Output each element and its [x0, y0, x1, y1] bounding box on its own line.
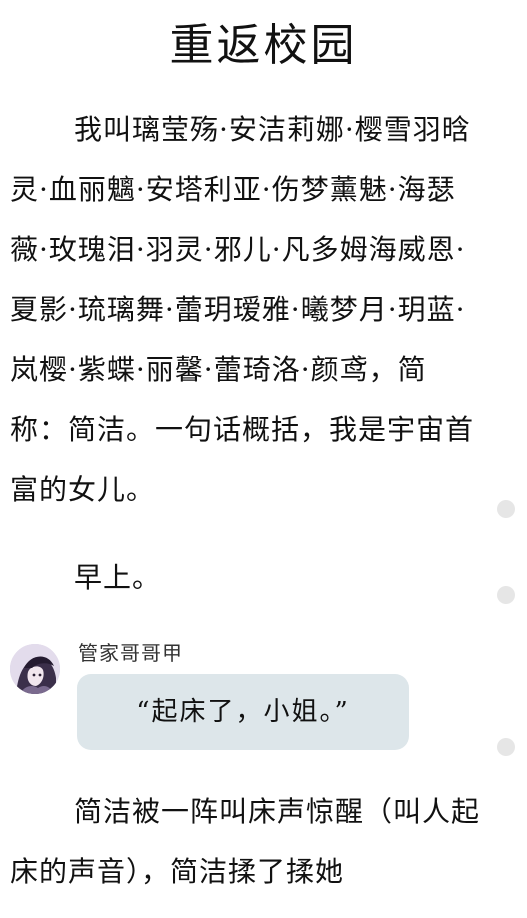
character-avatar-icon — [10, 644, 60, 694]
story-paragraph: 早上。 — [74, 561, 162, 594]
chapter-title: 重返校园 — [169, 20, 358, 71]
scroll-indicator-dot[interactable] — [497, 500, 515, 518]
dialogue-bubble: “起床了，小姐。” — [77, 674, 409, 750]
scroll-indicator-dot[interactable] — [497, 738, 515, 756]
story-paragraph: 我叫璃莹殇·安洁莉娜·樱雪羽晗灵·血丽魑·安塔利亚·伤梦薰魅·海瑟薇·玫瑰泪·羽… — [10, 113, 475, 506]
character-avatar[interactable] — [10, 644, 60, 694]
story-paragraph: 简洁被一阵叫床声惊醒（叫人起床的声音），简洁揉了揉她 — [10, 795, 481, 888]
speaker-name: 管家哥哥甲 — [78, 641, 183, 665]
scroll-indicator-dot[interactable] — [497, 586, 515, 604]
dialogue-block: 管家哥哥甲 “起床了，小姐。” — [10, 640, 510, 760]
